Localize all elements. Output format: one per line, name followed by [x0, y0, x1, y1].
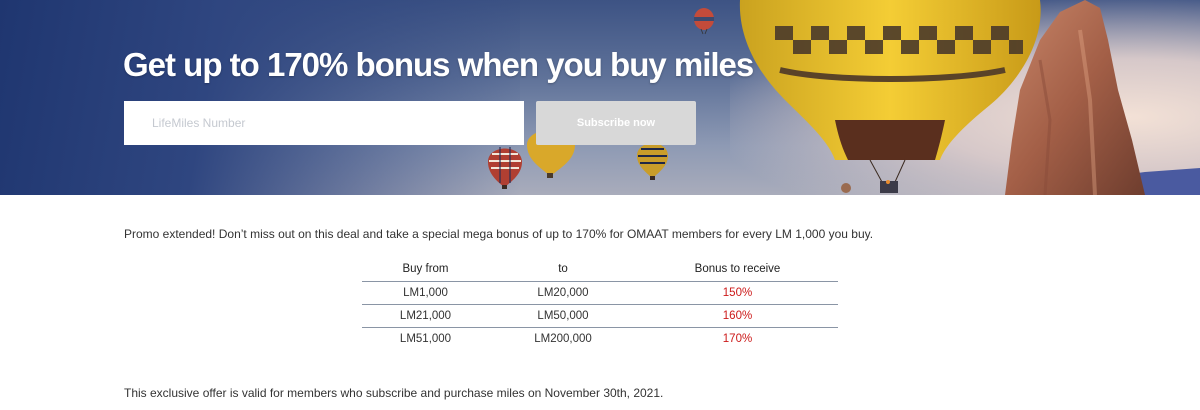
table-row: LM21,000 LM50,000 160%: [362, 303, 838, 327]
table-header-row: Buy from to Bonus to receive: [362, 258, 838, 282]
hero-title: Get up to 170% bonus when you buy miles: [123, 46, 754, 83]
header-bonus: Bonus to receive: [637, 258, 838, 282]
small-balloon-top: [694, 8, 714, 35]
medium-balloon-checkered: [637, 143, 668, 180]
hero-banner: Get up to 170% bonus when you buy miles …: [0, 0, 1200, 195]
table-row: LM1,000 LM20,000 150%: [362, 281, 838, 304]
cell-bonus: 160%: [637, 303, 838, 327]
header-buy-from: Buy from: [362, 258, 489, 282]
cell-buy-from: LM21,000: [362, 303, 489, 327]
distant-balloon: [841, 183, 851, 193]
bonus-table: Buy from to Bonus to receive LM1,000 LM2…: [362, 258, 838, 350]
cell-to: LM50,000: [489, 303, 637, 327]
lifemiles-number-input[interactable]: [124, 101, 524, 145]
offer-terms-text: This exclusive offer is valid for member…: [124, 386, 664, 400]
large-balloon: [739, 0, 1041, 193]
promo-text: Promo extended! Don’t miss out on this d…: [124, 227, 874, 241]
cell-bonus: 170%: [637, 326, 838, 350]
subscribe-button[interactable]: Subscribe now: [536, 101, 696, 145]
hot-air-balloons-illustration: [488, 0, 1200, 195]
medium-balloon-striped: [488, 147, 522, 189]
header-to: to: [489, 258, 637, 282]
cell-to: LM200,000: [489, 326, 637, 350]
table-row: LM51,000 LM200,000 170%: [362, 326, 838, 350]
cell-bonus: 150%: [722, 286, 753, 299]
cell-to: LM20,000: [537, 286, 589, 299]
cell-buy-from: LM51,000: [362, 326, 489, 350]
cell-buy-from: LM1,000: [403, 286, 448, 299]
